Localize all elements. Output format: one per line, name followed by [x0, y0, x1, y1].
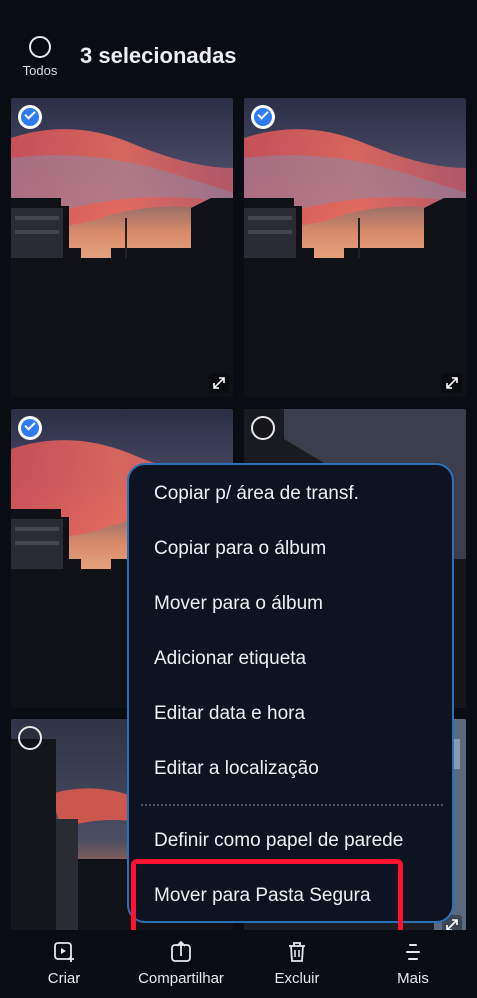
selected-check-icon[interactable]	[18, 416, 42, 440]
photo-thumbnail[interactable]	[244, 98, 466, 397]
delete-button[interactable]: Excluir	[247, 940, 347, 987]
create-label: Criar	[47, 970, 81, 987]
menu-item-move-to-album[interactable]: Mover para o álbum	[154, 593, 323, 615]
select-all-label: Todos	[22, 63, 58, 78]
more-label: Mais	[397, 970, 429, 987]
bottom-action-bar: Criar Compartilhar Excluir Mais	[0, 930, 477, 998]
menu-item-copy-to-album[interactable]: Copiar para o álbum	[154, 538, 326, 560]
menu-item-edit-date-time[interactable]: Editar data e hora	[154, 703, 305, 725]
sunset-photo	[11, 98, 233, 397]
selection-header: Todos 3 selecionadas	[0, 0, 477, 96]
expand-icon[interactable]	[209, 373, 229, 393]
selected-check-icon[interactable]	[251, 105, 275, 129]
share-icon	[171, 940, 191, 962]
more-button[interactable]: Mais	[363, 940, 463, 987]
menu-item-copy-clipboard[interactable]: Copiar p/ área de transf.	[154, 483, 359, 505]
menu-divider	[141, 804, 443, 806]
more-icon	[406, 944, 420, 960]
sunset-photo	[244, 98, 466, 397]
menu-item-set-wallpaper[interactable]: Definir como papel de parede	[154, 830, 403, 852]
create-icon	[54, 942, 74, 962]
share-button[interactable]: Compartilhar	[131, 940, 231, 987]
unselected-circle-icon[interactable]	[18, 726, 42, 750]
photo-thumbnail[interactable]	[11, 98, 233, 397]
trash-icon	[289, 942, 305, 962]
selected-check-icon[interactable]	[18, 105, 42, 129]
unselected-circle-icon[interactable]	[251, 416, 275, 440]
highlight-box	[131, 859, 403, 935]
menu-item-edit-location[interactable]: Editar a localização	[154, 758, 319, 780]
select-all-toggle[interactable]: Todos	[18, 36, 62, 82]
menu-item-add-tag[interactable]: Adicionar etiqueta	[154, 648, 306, 670]
delete-label: Excluir	[274, 970, 320, 987]
more-options-menu: Copiar p/ área de transf. Copiar para o …	[127, 463, 454, 923]
create-button[interactable]: Criar	[14, 940, 114, 987]
share-label: Compartilhar	[138, 970, 224, 987]
select-all-circle-icon	[29, 36, 51, 58]
selection-count-title: 3 selecionadas	[80, 43, 237, 68]
expand-icon[interactable]	[442, 373, 462, 393]
